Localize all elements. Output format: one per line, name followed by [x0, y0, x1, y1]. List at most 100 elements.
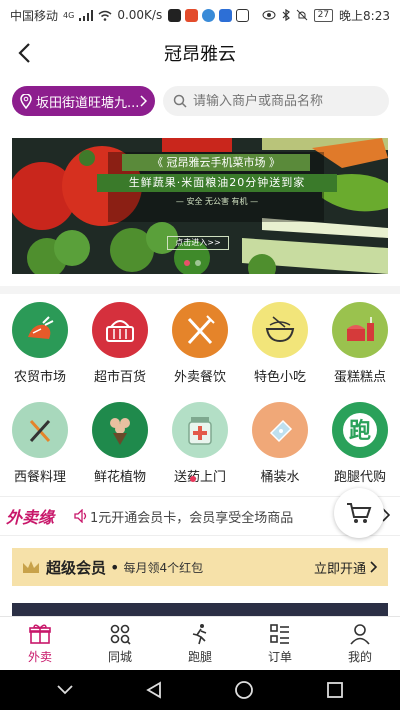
vip-open-button[interactable]: 立即开通 [314, 558, 366, 577]
category-label: 跑腿代购 [333, 470, 386, 485]
category-label: 桶装水 [260, 470, 300, 485]
separator-dot: • [110, 557, 120, 577]
banner-cta-button[interactable]: 点击进入>> [167, 236, 229, 250]
banner-heading: 《 冠昂雅云手机菜市场 》 [122, 154, 310, 171]
section-divider [0, 286, 400, 294]
cake-icon [332, 302, 388, 358]
status-bar: 中国移动 4G 0.00K/s 27 晚上8:23 [0, 0, 400, 30]
tab-local[interactable]: 同城 [80, 617, 160, 670]
carousel-dots [184, 260, 201, 266]
runner-icon [192, 623, 207, 644]
category-label: 超市百货 [93, 370, 146, 385]
tab-label: 同城 [107, 649, 132, 664]
category-label: 外卖餐饮 [173, 370, 226, 385]
carousel-dot[interactable] [195, 260, 201, 266]
cart-icon [347, 503, 372, 523]
indicator-dot [190, 476, 196, 482]
tab-label: 跑腿 [187, 649, 212, 664]
location-search-row: 坂田街道旺塘九... [0, 84, 400, 120]
brand-logo: 外卖缘 [6, 508, 55, 527]
grid-icon [110, 624, 131, 645]
eye-icon [262, 10, 276, 20]
speaker-icon [74, 509, 87, 523]
search-icon [173, 94, 187, 108]
category-errands[interactable]: 跑 跑腿代购 [320, 402, 400, 485]
app-notification-icon [202, 8, 216, 22]
carrier-label: 中国移动 [10, 8, 59, 23]
shopping-cart-button[interactable] [334, 488, 384, 538]
water-icon [252, 402, 308, 458]
location-label: 坂田街道旺塘九... [36, 95, 139, 111]
page-title: 冠昂雅云 [164, 44, 236, 65]
carousel-dot-active[interactable] [184, 260, 190, 266]
title-bar: 冠昂雅云 [0, 30, 400, 76]
battery-indicator: 27 [313, 8, 334, 22]
errand-icon: 跑 [332, 402, 388, 458]
tab-takeout[interactable]: 外卖 [0, 617, 80, 670]
noodle-bowl-icon [252, 302, 308, 358]
tab-errand[interactable]: 跑腿 [160, 617, 240, 670]
category-cakes[interactable]: 蛋糕糕点 [320, 302, 400, 385]
chevron-down-icon[interactable] [56, 684, 74, 696]
home-circle-icon[interactable] [234, 680, 254, 700]
category-medicine-delivery[interactable]: 送药上门 [160, 402, 240, 485]
category-label: 鲜花植物 [93, 470, 146, 485]
category-label: 蛋糕糕点 [333, 370, 386, 385]
bluetooth-icon [282, 9, 290, 21]
app-notification-icon [168, 8, 182, 22]
category-farm-market[interactable]: 农贸市场 [0, 302, 80, 385]
fork-knife-icon [172, 302, 228, 358]
category-bottled-water[interactable]: 桶装水 [240, 402, 320, 485]
category-label: 特色小吃 [253, 370, 306, 385]
produce-icon [12, 302, 68, 358]
back-triangle-icon[interactable] [146, 681, 162, 699]
hd-icon [236, 8, 250, 22]
western-food-icon [12, 402, 68, 458]
category-label: 送药上门 [173, 470, 226, 485]
person-icon [350, 623, 370, 645]
tab-label: 我的 [347, 649, 372, 664]
flower-icon [92, 402, 148, 458]
back-arrow-icon[interactable] [14, 40, 38, 66]
location-selector[interactable]: 坂田街道旺塘九... [12, 86, 155, 116]
vip-subtitle: 每月领4个红包 [123, 560, 204, 575]
medicine-icon [172, 402, 228, 458]
chevron-right-icon [370, 561, 378, 573]
basket-icon [92, 302, 148, 358]
system-navigation-bar [0, 670, 400, 710]
tab-label: 订单 [267, 649, 292, 664]
crown-icon [23, 561, 39, 573]
search-input[interactable] [193, 93, 373, 109]
super-member-banner[interactable]: 超级会员 • 每月领4个红包 立即开通 [12, 548, 388, 586]
svg-text:跑: 跑 [349, 419, 371, 444]
category-flowers[interactable]: 鲜花植物 [80, 402, 160, 485]
network-speed: 0.00K/s [117, 8, 163, 22]
chevron-right-icon [140, 95, 147, 107]
app-notification-icon [185, 8, 199, 22]
bottom-tab-bar: 外卖 同城 跑腿 订单 我的 [0, 616, 400, 670]
gift-icon [29, 624, 51, 644]
category-supermarket[interactable]: 超市百货 [80, 302, 160, 385]
search-bar[interactable] [163, 86, 389, 116]
order-list-icon [270, 623, 289, 644]
banner-badges: — 安全 无公害 有机 — [175, 197, 259, 206]
next-banner-preview [12, 603, 388, 617]
network-type: 4G [63, 10, 75, 20]
tab-profile[interactable]: 我的 [320, 617, 400, 670]
tab-orders[interactable]: 订单 [240, 617, 320, 670]
category-takeout[interactable]: 外卖餐饮 [160, 302, 240, 385]
category-snacks[interactable]: 特色小吃 [240, 302, 320, 385]
announcement-text: 1元开通会员卡，会员享受全场商品 [90, 510, 294, 526]
app-notification-icon [219, 8, 233, 22]
category-label: 西餐料理 [13, 470, 66, 485]
tab-label: 外卖 [27, 649, 52, 664]
category-western-food[interactable]: 西餐料理 [0, 402, 80, 485]
banner-tagline: 生鲜蔬果·米面粮油20分钟送到家 [97, 174, 337, 192]
clock: 晚上8:23 [339, 8, 390, 23]
mute-bell-icon [296, 9, 307, 21]
category-label: 农贸市场 [13, 370, 66, 385]
recents-square-icon[interactable] [326, 681, 344, 699]
vip-title: 超级会员 [46, 558, 107, 577]
promo-banner[interactable]: 《 冠昂雅云手机菜市场 》 生鲜蔬果·米面粮油20分钟送到家 — 安全 无公害 … [12, 138, 388, 274]
signal-icon [79, 9, 94, 21]
